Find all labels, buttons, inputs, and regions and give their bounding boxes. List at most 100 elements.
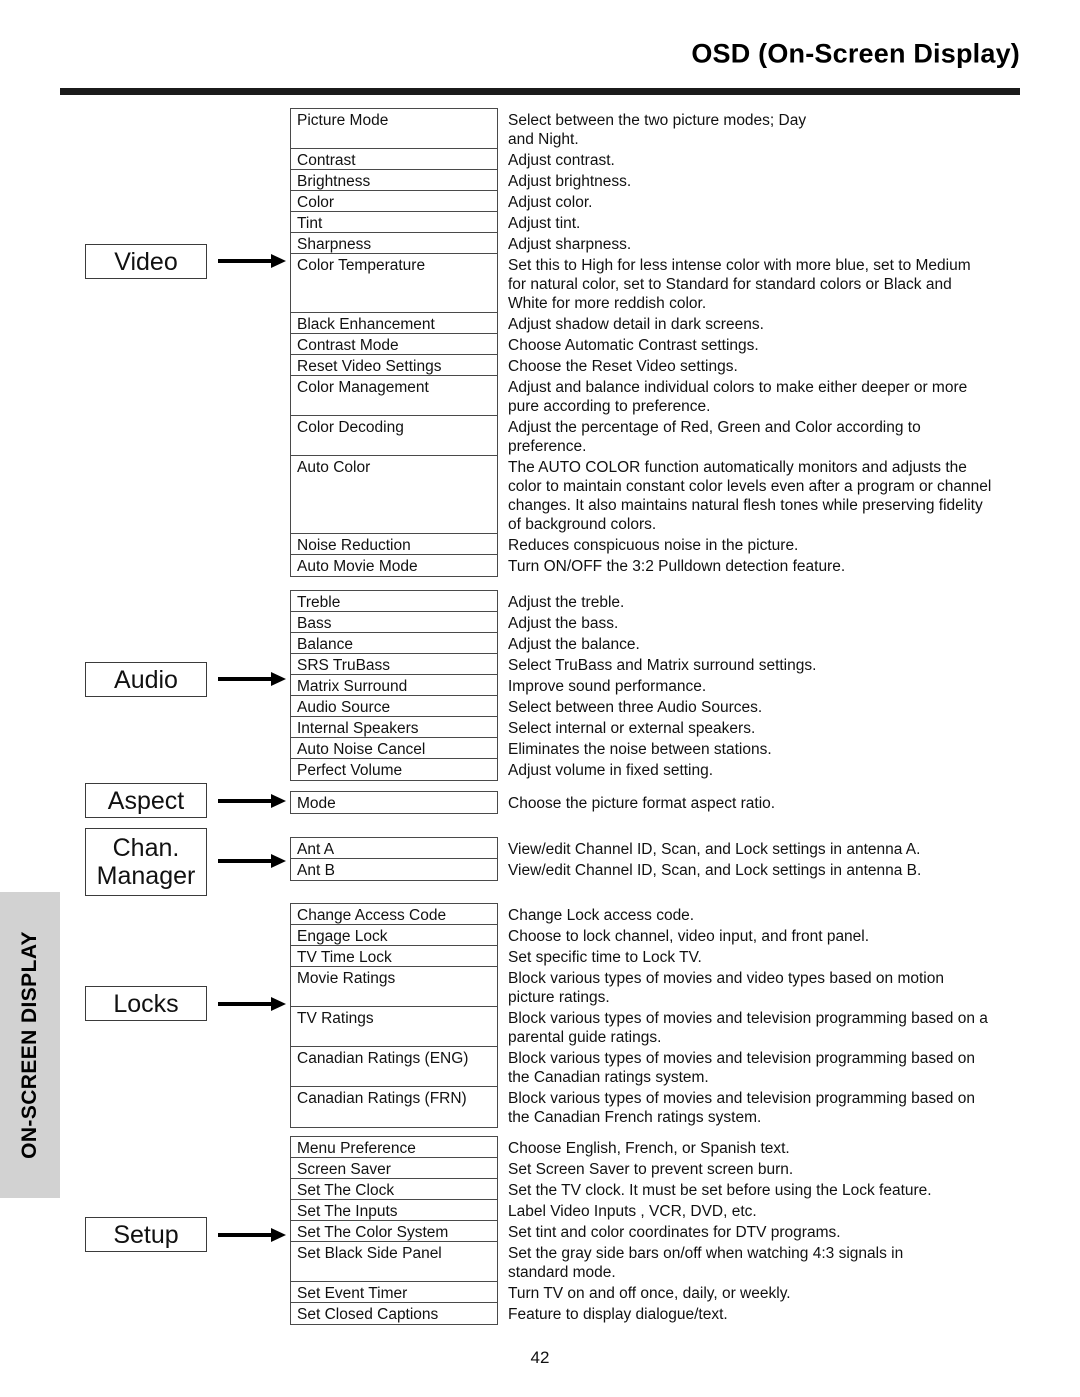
menu-item-label: Color Temperature: [297, 257, 426, 274]
menu-item-description: Eliminates the noise between stations.: [508, 738, 1038, 759]
menu-item-description: Choose English, French, or Spanish text.: [508, 1137, 1038, 1158]
menu-item-row[interactable]: Reset Video Settings: [291, 355, 497, 376]
description-line: Set the gray side bars on/off when watch…: [508, 1245, 904, 1262]
description-line: Adjust color.: [508, 194, 593, 211]
menu-item-row[interactable]: Audio Source: [291, 696, 497, 717]
menu-item-description: Set tint and color coordinates for DTV p…: [508, 1221, 1038, 1242]
menu-item-description: Block various types of movies and televi…: [508, 1087, 1038, 1127]
menu-item-row[interactable]: Screen Saver: [291, 1158, 497, 1179]
category-box-aspect[interactable]: Aspect: [85, 783, 207, 818]
menu-item-label: Bass: [297, 615, 332, 632]
arrow-icon-aspect: [218, 794, 286, 808]
menu-item-row[interactable]: Noise Reduction: [291, 534, 497, 555]
menu-item-row[interactable]: Set The Color System: [291, 1221, 497, 1242]
menu-item-row[interactable]: Set Event Timer: [291, 1282, 497, 1303]
menu-item-row[interactable]: TV Ratings: [291, 1007, 497, 1047]
menu-item-row[interactable]: Set The Inputs: [291, 1200, 497, 1221]
menu-item-description: Select between the two picture modes; Da…: [508, 109, 1038, 149]
category-label-line: Locks: [113, 989, 179, 1018]
description-line: Adjust and balance individual colors to …: [508, 379, 968, 396]
description-line: Adjust contrast.: [508, 152, 615, 169]
menu-item-table-video: Picture Mode Contrast Brightness Color Tint S…: [290, 108, 498, 577]
menu-item-row[interactable]: Brightness: [291, 170, 497, 191]
menu-item-row[interactable]: Canadian Ratings (FRN): [291, 1087, 497, 1127]
menu-item-description: Select TruBass and Matrix surround setti…: [508, 654, 1038, 675]
menu-item-label: Color Decoding: [297, 419, 404, 436]
menu-item-row[interactable]: Ant A: [291, 838, 497, 859]
menu-item-row[interactable]: Black Enhancement: [291, 313, 497, 334]
page-header: OSD (On-Screen Display): [0, 0, 1080, 100]
menu-item-row[interactable]: Perfect Volume: [291, 759, 497, 780]
menu-item-row[interactable]: Menu Preference: [291, 1137, 497, 1158]
menu-item-description: The AUTO COLOR function automatically mo…: [508, 456, 1038, 534]
menu-item-table-chan-manager: Ant A Ant B: [290, 837, 498, 881]
description-line: Select TruBass and Matrix surround setti…: [508, 657, 817, 674]
menu-item-row[interactable]: Tint: [291, 212, 497, 233]
description-line: Select between three Audio Sources.: [508, 699, 763, 716]
arrow-icon-video: [218, 254, 286, 268]
menu-item-label: Color: [297, 194, 335, 211]
menu-item-row[interactable]: Mode: [291, 792, 497, 813]
category-box-locks[interactable]: Locks: [85, 986, 207, 1021]
menu-item-label: Balance: [297, 636, 354, 653]
description-line: the Canadian French ratings system.: [508, 1109, 762, 1126]
menu-item-row[interactable]: Engage Lock: [291, 925, 497, 946]
menu-item-row[interactable]: Change Access Code: [291, 904, 497, 925]
menu-item-row[interactable]: Color Decoding: [291, 416, 497, 456]
menu-item-label: Sharpness: [297, 236, 372, 253]
menu-item-row[interactable]: Ant B: [291, 859, 497, 880]
menu-item-label: Engage Lock: [297, 928, 388, 945]
menu-item-label: Change Access Code: [297, 907, 447, 924]
menu-item-row[interactable]: SRS TruBass: [291, 654, 497, 675]
header-divider: [60, 88, 1020, 95]
description-column-chan-manager: View/edit Channel ID, Scan, and Lock set…: [508, 838, 1038, 880]
menu-item-row[interactable]: Auto Color: [291, 456, 497, 534]
menu-item-description: Adjust color.: [508, 191, 1038, 212]
menu-item-description: Set this to High for less intense color …: [508, 254, 1038, 313]
menu-item-row[interactable]: Auto Noise Cancel: [291, 738, 497, 759]
menu-item-row[interactable]: Set The Clock: [291, 1179, 497, 1200]
menu-item-row[interactable]: Internal Speakers: [291, 717, 497, 738]
menu-item-description: Set specific time to Lock TV.: [508, 946, 1038, 967]
menu-item-row[interactable]: Contrast Mode: [291, 334, 497, 355]
menu-item-description: Adjust shadow detail in dark screens.: [508, 313, 1038, 334]
menu-item-row[interactable]: Set Black Side Panel: [291, 1242, 497, 1282]
menu-item-row[interactable]: Set Closed Captions: [291, 1303, 497, 1324]
category-box-setup[interactable]: Setup: [85, 1217, 207, 1252]
menu-item-row[interactable]: Bass: [291, 612, 497, 633]
menu-item-description: Adjust sharpness.: [508, 233, 1038, 254]
menu-item-label: SRS TruBass: [297, 657, 391, 674]
description-line: Adjust brightness.: [508, 173, 632, 190]
menu-item-description: Adjust and balance individual colors to …: [508, 376, 1038, 416]
menu-item-row[interactable]: Canadian Ratings (ENG): [291, 1047, 497, 1087]
description-line: color to maintain constant color levels …: [508, 478, 992, 495]
menu-item-row[interactable]: Contrast: [291, 149, 497, 170]
category-box-chan-manager[interactable]: Chan. Manager: [85, 828, 207, 896]
description-line: of background colors.: [508, 516, 657, 533]
menu-item-row[interactable]: Matrix Surround: [291, 675, 497, 696]
menu-item-row[interactable]: TV Time Lock: [291, 946, 497, 967]
menu-item-label: Black Enhancement: [297, 316, 435, 333]
menu-item-label: Menu Preference: [297, 1140, 416, 1157]
menu-item-table-aspect: Mode: [290, 791, 498, 814]
description-line: and Night.: [508, 131, 579, 148]
description-line: Set tint and color coordinates for DTV p…: [508, 1224, 841, 1241]
category-box-audio[interactable]: Audio: [85, 662, 207, 697]
description-line: Turn ON/OFF the 3:2 Pulldown detection f…: [508, 558, 846, 575]
menu-item-row[interactable]: Auto Movie Mode: [291, 555, 497, 576]
menu-item-row[interactable]: Balance: [291, 633, 497, 654]
menu-item-row[interactable]: Color Temperature: [291, 254, 497, 313]
description-line: Select internal or external speakers.: [508, 720, 756, 737]
category-box-video[interactable]: Video: [85, 244, 207, 279]
menu-item-row[interactable]: Color: [291, 191, 497, 212]
description-line: View/edit Channel ID, Scan, and Lock set…: [508, 862, 922, 879]
menu-item-row[interactable]: Treble: [291, 591, 497, 612]
menu-item-row[interactable]: Movie Ratings: [291, 967, 497, 1007]
description-line: Choose English, French, or Spanish text.: [508, 1140, 790, 1157]
description-line: Adjust tint.: [508, 215, 581, 232]
menu-item-row[interactable]: Color Management: [291, 376, 497, 416]
menu-item-row[interactable]: Picture Mode: [291, 109, 497, 149]
menu-item-description: Label Video Inputs , VCR, DVD, etc.: [508, 1200, 1038, 1221]
menu-item-label: Auto Movie Mode: [297, 558, 418, 575]
menu-item-row[interactable]: Sharpness: [291, 233, 497, 254]
